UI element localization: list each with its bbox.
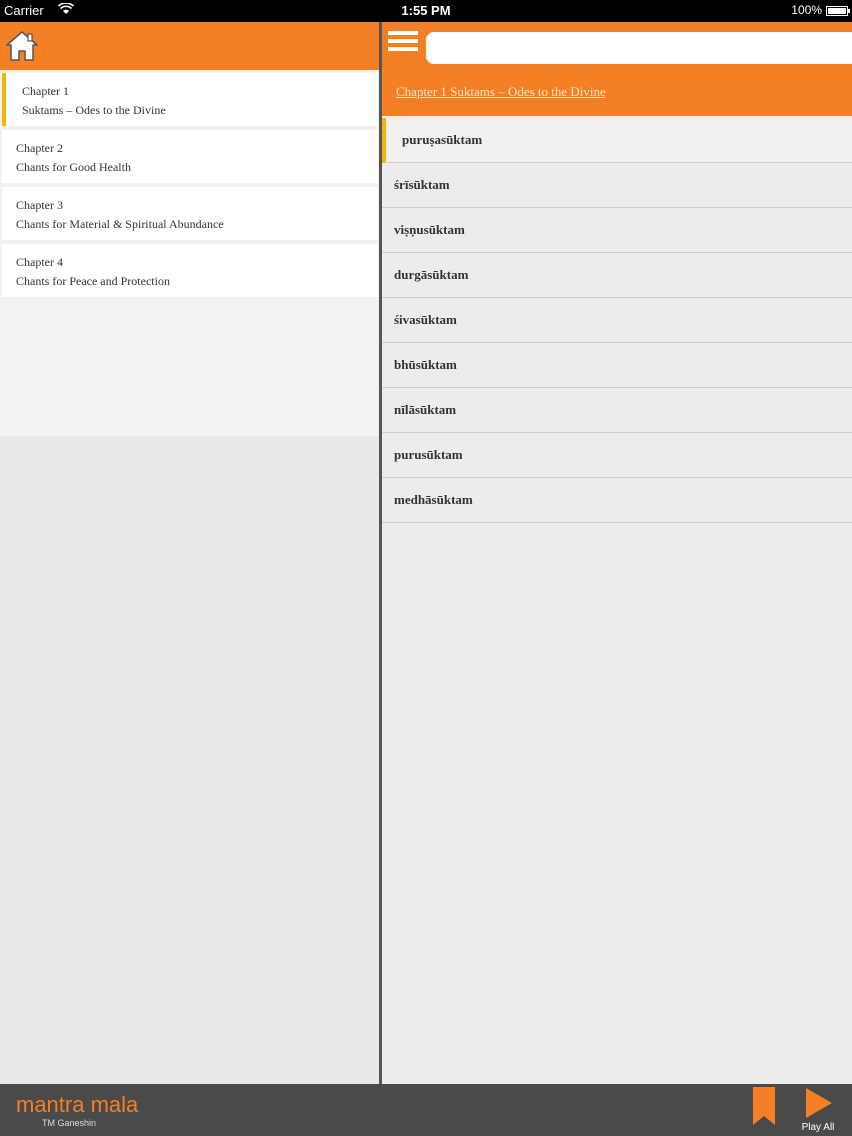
chapter-panel-header — [0, 22, 380, 70]
bookmark-icon — [753, 1087, 775, 1125]
chapter-title: Suktams – Odes to the Divine — [22, 103, 166, 117]
battery-icon — [826, 6, 850, 16]
home-icon — [6, 31, 38, 61]
chapter-number: Chapter 4 — [16, 255, 63, 269]
home-button[interactable] — [4, 28, 40, 64]
chapter-item-1[interactable]: Chapter 1 Suktams – Odes to the Divine — [2, 73, 378, 126]
chapter-list: Chapter 1 Suktams – Odes to the Divine C… — [0, 70, 380, 436]
chapter-item-4[interactable]: Chapter 4 Chants for Peace and Protectio… — [2, 244, 378, 297]
battery-percent: 100% — [791, 3, 822, 17]
list-item[interactable]: puruṣasūktam — [382, 118, 852, 163]
chapter-number: Chapter 2 — [16, 141, 63, 155]
bookmark-button[interactable] — [752, 1086, 776, 1126]
chapter-number: Chapter 3 — [16, 198, 63, 212]
chapter-item-3[interactable]: Chapter 3 Chants for Material & Spiritua… — [2, 187, 378, 240]
list-item[interactable]: śivasūktam — [382, 298, 852, 343]
menu-button[interactable] — [388, 31, 418, 61]
current-chapter-link[interactable]: Chapter 1 Suktams – Odes to the Divine — [396, 84, 606, 100]
chapter-title: Chants for Material & Spiritual Abundanc… — [16, 217, 224, 231]
chapter-number: Chapter 1 — [22, 84, 69, 98]
search-input[interactable] — [426, 32, 852, 64]
mantra-panel-toolbar — [382, 22, 852, 70]
clock: 1:55 PM — [401, 3, 451, 18]
list-item[interactable]: viṣṇusūktam — [382, 208, 852, 253]
list-item[interactable]: durgāsūktam — [382, 253, 852, 298]
chapter-title-bar: Chapter 1 Suktams – Odes to the Divine — [382, 70, 852, 116]
mantra-panel: Chapter 1 Suktams – Odes to the Divine p… — [382, 22, 852, 1084]
chapter-item-2[interactable]: Chapter 2 Chants for Good Health — [2, 130, 378, 183]
chapter-title: Chants for Good Health — [16, 160, 131, 174]
list-item[interactable]: medhāsūktam — [382, 478, 852, 523]
logo-subtitle: TM Ganeshin — [42, 1118, 97, 1128]
play-icon — [806, 1088, 832, 1118]
mantra-list: puruṣasūktam śrīsūktam viṣṇusūktam durgā… — [382, 118, 852, 523]
list-item[interactable]: bhūsūktam — [382, 343, 852, 388]
chapter-panel: Chapter 1 Suktams – Odes to the Divine C… — [0, 22, 380, 1084]
bottom-bar: mantra mala TM Ganeshin Play All — [0, 1084, 852, 1136]
list-item[interactable]: purusūktam — [382, 433, 852, 478]
play-all-button[interactable]: Play All — [796, 1086, 840, 1134]
list-item[interactable]: nīlāsūktam — [382, 388, 852, 433]
list-item[interactable]: śrīsūktam — [382, 163, 852, 208]
hamburger-icon — [388, 31, 418, 51]
app-logo: mantra mala — [16, 1092, 139, 1117]
status-bar: Carrier 1:55 PM 100% — [0, 0, 852, 22]
play-all-label: Play All — [801, 1122, 835, 1133]
chapter-title: Chants for Peace and Protection — [16, 274, 170, 288]
